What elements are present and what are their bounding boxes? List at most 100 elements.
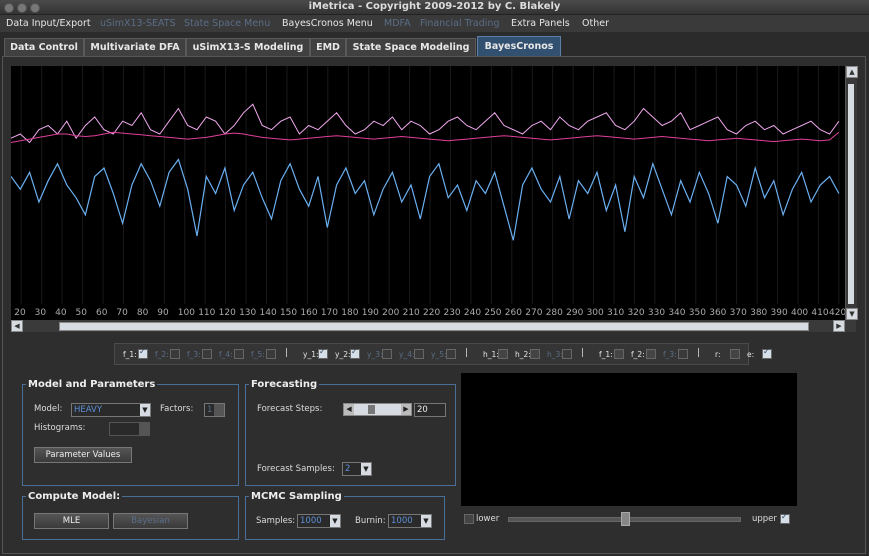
series-toggle-checkbox[interactable] bbox=[498, 349, 508, 359]
menu-financial-trading[interactable]: Financial Trading bbox=[420, 18, 499, 29]
menu-usimx13-seats[interactable]: uSimX13-SEATS bbox=[100, 18, 176, 29]
x-tick-label: 310 bbox=[607, 308, 625, 318]
x-tick-label: 300 bbox=[586, 308, 604, 318]
plot-vertical-scrollbar[interactable]: ▲ ▼ bbox=[845, 66, 858, 320]
x-tick-label: 200 bbox=[382, 308, 400, 318]
x-tick-label: 60 bbox=[95, 308, 108, 318]
x-tick-label: 290 bbox=[566, 308, 584, 318]
lower-checkbox[interactable] bbox=[464, 514, 474, 524]
group-separator: | bbox=[465, 348, 469, 358]
series-toggle-checkbox[interactable] bbox=[730, 349, 740, 359]
x-tick-label: 280 bbox=[545, 308, 563, 318]
forecasting-panel: Forecasting Forecast Steps: ◀ ▶ 20 Forec… bbox=[245, 379, 456, 486]
mcmc-samples-select[interactable]: 1000 ▼ bbox=[297, 514, 341, 528]
mle-button[interactable]: MLE bbox=[34, 513, 109, 529]
forecast-steps-thumb[interactable] bbox=[368, 405, 375, 414]
x-tick-label: 130 bbox=[239, 308, 257, 318]
series-toggle-checkbox[interactable] bbox=[562, 349, 572, 359]
chevron-right-icon[interactable]: ▶ bbox=[401, 404, 411, 415]
tab-multivariate-dfa[interactable]: Multivariate DFA bbox=[84, 38, 186, 56]
tab-usimx13-modeling[interactable]: uSimX13-S Modeling bbox=[186, 38, 310, 56]
lower-label: lower bbox=[476, 514, 500, 524]
forecast-steps-label: Forecast Steps: bbox=[257, 404, 323, 414]
forecast-steps-slider[interactable]: ◀ ▶ bbox=[343, 403, 412, 416]
x-tick-label: 360 bbox=[709, 308, 727, 318]
menu-state-space[interactable]: State Space Menu bbox=[184, 18, 270, 29]
x-tick-label: 170 bbox=[320, 308, 339, 318]
x-tick-label: 180 bbox=[341, 308, 359, 318]
series-toggle-label: f_2: bbox=[631, 350, 645, 359]
scroll-right-icon[interactable]: ▶ bbox=[833, 320, 845, 332]
series-toggle-checkbox[interactable] bbox=[170, 349, 180, 359]
factors-select-value: 1 bbox=[207, 405, 213, 415]
tab-data-control[interactable]: Data Control bbox=[4, 38, 84, 56]
series-toggle-checkbox[interactable] bbox=[202, 349, 212, 359]
series-toggle-label: r: bbox=[715, 350, 721, 359]
forecasting-title: Forecasting bbox=[249, 379, 320, 390]
forecast-samples-label: Forecast Samples: bbox=[257, 464, 335, 474]
plot-horizontal-scrollbar[interactable]: ◀ ▶ bbox=[11, 320, 856, 332]
x-tick-label: 220 bbox=[423, 308, 441, 318]
forecast-steps-input[interactable]: 20 bbox=[414, 403, 446, 417]
scroll-down-icon[interactable]: ▼ bbox=[846, 308, 858, 320]
series-toggle-label: f_1: bbox=[599, 350, 613, 359]
x-tick-label: 210 bbox=[402, 308, 420, 318]
series-toggle-checkbox[interactable] bbox=[350, 347, 360, 359]
series-toggle-checkbox[interactable] bbox=[318, 347, 328, 359]
tab-emd[interactable]: EMD bbox=[310, 38, 346, 56]
menu-data-input-export[interactable]: Data Input/Export bbox=[6, 18, 91, 29]
series-toggle-checkbox[interactable] bbox=[762, 347, 772, 359]
series-toggle-checkbox[interactable] bbox=[646, 349, 656, 359]
series-line-1 bbox=[11, 158, 840, 241]
x-tick-label: 160 bbox=[300, 308, 318, 318]
x-tick-label: 340 bbox=[668, 308, 686, 318]
horizontal-scroll-thumb[interactable] bbox=[59, 322, 809, 331]
range-slider-thumb[interactable] bbox=[620, 512, 630, 526]
mcmc-samples-label: Samples: bbox=[256, 516, 296, 526]
x-tick-label: 80 bbox=[136, 308, 149, 318]
x-tick-label: 260 bbox=[504, 308, 522, 318]
group-separator: | bbox=[285, 348, 289, 358]
vertical-scroll-thumb[interactable] bbox=[848, 84, 854, 304]
x-tick-label: 140 bbox=[259, 308, 277, 318]
burnin-select[interactable]: 1000 ▼ bbox=[388, 514, 432, 528]
series-toggle-label: f_2: bbox=[155, 350, 169, 359]
factors-select[interactable]: 1 bbox=[204, 403, 225, 417]
x-tick-label: 380 bbox=[750, 308, 768, 318]
series-toggle-checkbox[interactable] bbox=[138, 347, 148, 359]
series-toggle-checkbox[interactable] bbox=[614, 349, 624, 359]
parameter-values-button[interactable]: Parameter Values bbox=[34, 447, 132, 463]
histograms-label: Histograms: bbox=[34, 423, 86, 433]
series-toggle-checkbox[interactable] bbox=[234, 349, 244, 359]
histograms-select[interactable] bbox=[109, 422, 150, 436]
scroll-up-icon[interactable]: ▲ bbox=[846, 66, 858, 78]
series-toggle-label: h_3: bbox=[547, 350, 563, 359]
series-toggle-checkbox[interactable] bbox=[414, 349, 424, 359]
x-tick-label: 190 bbox=[361, 308, 379, 318]
series-toggle-checkbox[interactable] bbox=[446, 349, 456, 359]
bayesian-button[interactable]: Bayesian bbox=[113, 513, 188, 529]
tab-state-space-modeling[interactable]: State Space Modeling bbox=[346, 38, 476, 56]
series-toggle-checkbox[interactable] bbox=[382, 349, 392, 359]
chevron-left-icon[interactable]: ◀ bbox=[344, 404, 354, 415]
series-toggle-label: h_2: bbox=[515, 350, 531, 359]
menu-mdfa[interactable]: MDFA bbox=[384, 18, 411, 29]
time-series-plot[interactable]: 20 30 40 50 60 70 80 90 100 110 120 130 140 150 160 170… bbox=[11, 66, 846, 320]
series-toggle-checkbox[interactable] bbox=[530, 349, 540, 359]
series-toggle-checkbox[interactable] bbox=[678, 349, 688, 359]
x-tick-label: 150 bbox=[279, 308, 298, 318]
tab-bayescronos[interactable]: BayesCronos bbox=[477, 36, 561, 56]
series-toggle-label: f_3: bbox=[663, 350, 677, 359]
menu-other[interactable]: Other bbox=[582, 18, 609, 29]
series-toggle-checkbox[interactable] bbox=[266, 349, 276, 359]
menu-extra-panels[interactable]: Extra Panels bbox=[511, 18, 570, 29]
model-label: Model: bbox=[34, 404, 63, 414]
group-separator: | bbox=[697, 348, 701, 358]
series-toggle-label: f_3: bbox=[187, 350, 201, 359]
model-select[interactable]: HEAVY ▼ bbox=[71, 403, 151, 417]
x-tick-label: 40 bbox=[55, 308, 67, 318]
scroll-left-icon[interactable]: ◀ bbox=[11, 320, 23, 332]
forecast-samples-select[interactable]: 2 ▼ bbox=[342, 462, 372, 476]
upper-checkbox[interactable] bbox=[780, 512, 790, 524]
menu-bayescronos[interactable]: BayesCronos Menu bbox=[282, 18, 373, 29]
